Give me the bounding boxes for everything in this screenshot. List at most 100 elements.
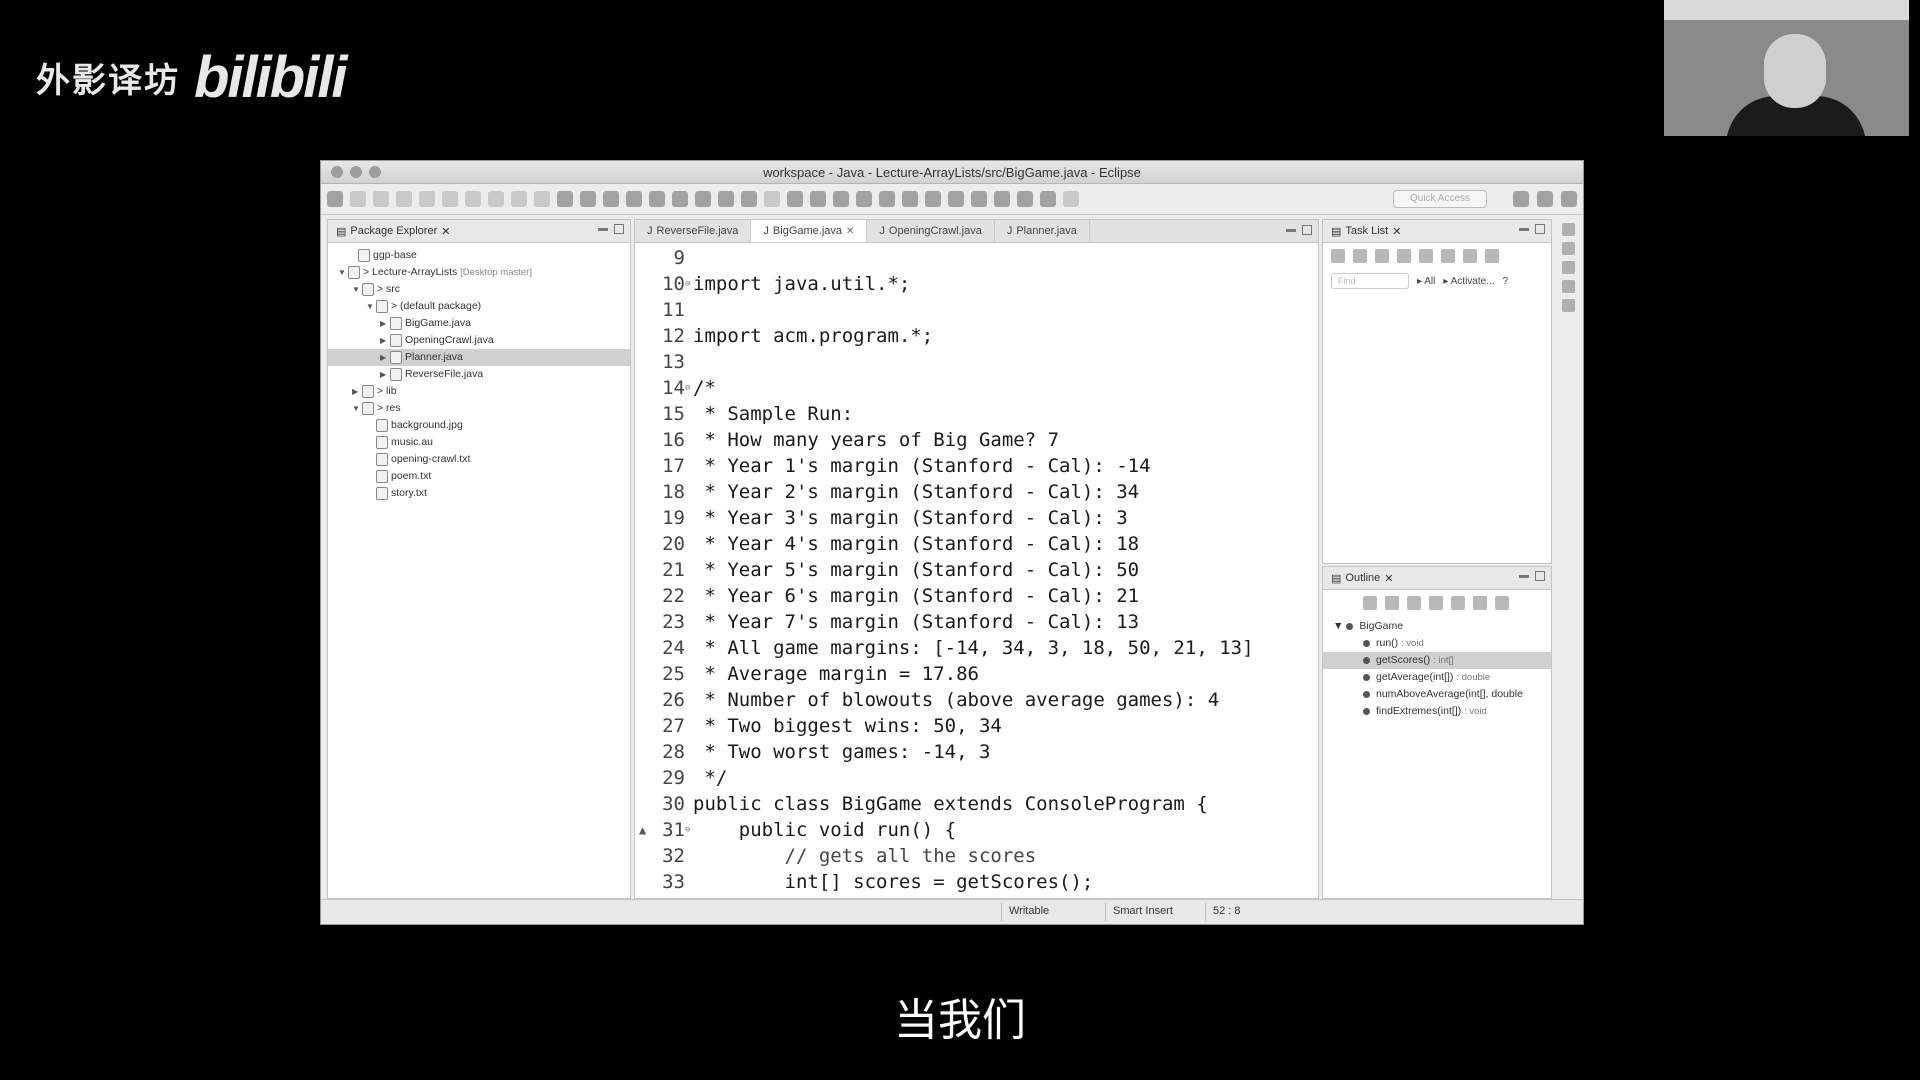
scheduled-icon[interactable]	[1375, 249, 1389, 263]
tree-item-opening-crawl-txt[interactable]: opening-crawl.txt	[328, 451, 630, 468]
hide-static-icon[interactable]	[1407, 596, 1421, 610]
hide-fields-icon[interactable]	[1385, 596, 1399, 610]
print-icon[interactable]	[396, 191, 412, 207]
new-class-icon[interactable]	[672, 191, 688, 207]
find-input[interactable]: Find	[1331, 273, 1409, 289]
search-icon[interactable]	[534, 191, 550, 207]
close-tab-icon[interactable]: ✕	[1384, 572, 1393, 585]
save-all-icon[interactable]	[373, 191, 389, 207]
next-annotation-icon[interactable]	[994, 191, 1010, 207]
settings-gear-icon[interactable]	[856, 191, 872, 207]
outline-member[interactable]: numAboveAverage(int[], double	[1323, 686, 1551, 703]
close-tab-icon[interactable]: ✕	[441, 225, 450, 238]
tree-item-lecture-arraylists[interactable]: ▼ > Lecture-ArrayLists [Desktop master]	[328, 264, 630, 281]
fold-icon[interactable]: ⊖	[685, 817, 693, 843]
maximize-icon[interactable]	[1535, 571, 1545, 581]
console-icon[interactable]	[1561, 242, 1575, 255]
maximize-icon[interactable]	[1302, 225, 1312, 235]
external-tools-icon[interactable]	[603, 191, 619, 207]
outline-member[interactable]: findExtremes(int[]) : void	[1323, 703, 1551, 720]
link-editor-icon[interactable]	[1473, 596, 1487, 610]
debug-icon[interactable]	[557, 191, 573, 207]
tree-item-biggame[interactable]: ▶ BigGame.java	[328, 315, 630, 332]
tree-item-planner[interactable]: ▶ Planner.java	[328, 349, 630, 366]
java-perspective-icon[interactable]	[1537, 191, 1553, 207]
toggle-mark-occurrences-icon[interactable]	[741, 191, 757, 207]
fold-icon[interactable]: ⊖	[685, 271, 693, 297]
outline-class[interactable]: ▼ BigGame	[1323, 618, 1551, 635]
synchronize-icon[interactable]	[1441, 249, 1455, 263]
declaration-icon[interactable]	[1561, 280, 1575, 293]
copy-icon[interactable]	[488, 191, 504, 207]
close-tab-icon[interactable]: ✕	[1392, 225, 1401, 238]
editor-tab-openingcrawl[interactable]: J OpeningCrawl.java	[867, 220, 995, 242]
tree-item-ggp-base[interactable]: ggp-base	[328, 247, 630, 264]
code-area[interactable]: 9 10⊖ import java.util.*; 11 12 import acm…	[635, 243, 1318, 895]
new-task-icon[interactable]	[1331, 249, 1345, 263]
categorized-icon[interactable]	[1353, 249, 1367, 263]
help-icon[interactable]: ?	[1503, 276, 1509, 287]
view-menu-icon[interactable]	[1495, 596, 1509, 610]
fold-icon[interactable]: ⊖	[685, 375, 693, 401]
hide-completed-icon[interactable]	[1397, 249, 1411, 263]
hide-nonpublic-icon[interactable]	[1429, 596, 1443, 610]
editor-tab-planner[interactable]: J Planner.java	[995, 220, 1090, 242]
open-type-icon[interactable]	[695, 191, 711, 207]
debug-perspective-icon[interactable]	[1561, 191, 1577, 207]
paste-icon[interactable]	[511, 191, 527, 207]
task-list-tab[interactable]: ▤ Task List ✕	[1323, 225, 1409, 238]
tree-item-openingcrawl[interactable]: ▶ OpeningCrawl.java	[328, 332, 630, 349]
coverage-icon[interactable]	[925, 191, 941, 207]
cut-icon[interactable]	[465, 191, 481, 207]
back-arrow-icon[interactable]	[1040, 191, 1056, 207]
forward-arrow-icon[interactable]	[1063, 191, 1079, 207]
open-perspective-icon[interactable]	[971, 191, 987, 207]
view-menu-icon[interactable]	[1463, 249, 1477, 263]
new-icon[interactable]	[327, 191, 343, 207]
hide-local-types-icon[interactable]	[1451, 596, 1465, 610]
show-whitespace-icon[interactable]	[787, 191, 803, 207]
save-icon[interactable]	[350, 191, 366, 207]
activate-button[interactable]: ▸ Activate...	[1443, 276, 1494, 287]
outline-tab[interactable]: ▤ Outline ✕	[1323, 572, 1401, 585]
previous-annotation-icon[interactable]	[1017, 191, 1033, 207]
quick-access-input[interactable]: Quick Access	[1393, 190, 1487, 208]
package-explorer-tab[interactable]: ▤ Package Explorer ✕	[328, 225, 458, 238]
tree-item-src[interactable]: ▼ > src	[328, 281, 630, 298]
all-filter[interactable]: ▸ All	[1417, 276, 1435, 287]
profile-icon[interactable]	[948, 191, 964, 207]
new-java-project-icon[interactable]	[626, 191, 642, 207]
redo-icon[interactable]	[442, 191, 458, 207]
settings-gear-icon[interactable]	[1561, 299, 1575, 312]
sort-icon[interactable]	[1363, 596, 1377, 610]
maximize-icon[interactable]	[1535, 224, 1545, 234]
tree-item-music[interactable]: music.au	[328, 434, 630, 451]
tree-item-story[interactable]: story.txt	[328, 485, 630, 502]
minimize-icon[interactable]	[1519, 575, 1529, 578]
collapse-all-icon[interactable]	[1419, 249, 1433, 263]
debug-last-icon[interactable]	[902, 191, 918, 207]
editor-tab-reversefile[interactable]: J ReverseFile.java	[635, 220, 752, 242]
outline-member[interactable]: run() : void	[1323, 635, 1551, 652]
editor-tab-biggame[interactable]: J BigGame.java ✕	[751, 220, 868, 242]
pin-editor-icon[interactable]	[833, 191, 849, 207]
minimize-icon[interactable]	[1519, 228, 1529, 231]
tree-item-background[interactable]: background.jpg	[328, 417, 630, 434]
block-selection-icon[interactable]	[810, 191, 826, 207]
tree-item-res[interactable]: ▼ > res	[328, 400, 630, 417]
restore-icon[interactable]	[1561, 223, 1575, 236]
run-icon[interactable]	[580, 191, 596, 207]
tree-item-lib[interactable]: ▶ > lib	[328, 383, 630, 400]
close-tab-icon[interactable]: ✕	[846, 226, 854, 237]
minimize-icon[interactable]	[598, 228, 608, 231]
maximize-icon[interactable]	[614, 224, 624, 234]
open-perspective-switch-icon[interactable]	[1513, 191, 1529, 207]
outline-member[interactable]: getScores() : int[]	[1323, 652, 1551, 669]
tree-item-poem[interactable]: poem.txt	[328, 468, 630, 485]
focus-icon[interactable]	[1485, 249, 1499, 263]
open-task-icon[interactable]	[718, 191, 734, 207]
tree-item-reversefile[interactable]: ▶ ReverseFile.java	[328, 366, 630, 383]
tree-item-default-package[interactable]: ▼ > (default package)	[328, 298, 630, 315]
run-last-icon[interactable]	[879, 191, 895, 207]
new-package-icon[interactable]	[649, 191, 665, 207]
